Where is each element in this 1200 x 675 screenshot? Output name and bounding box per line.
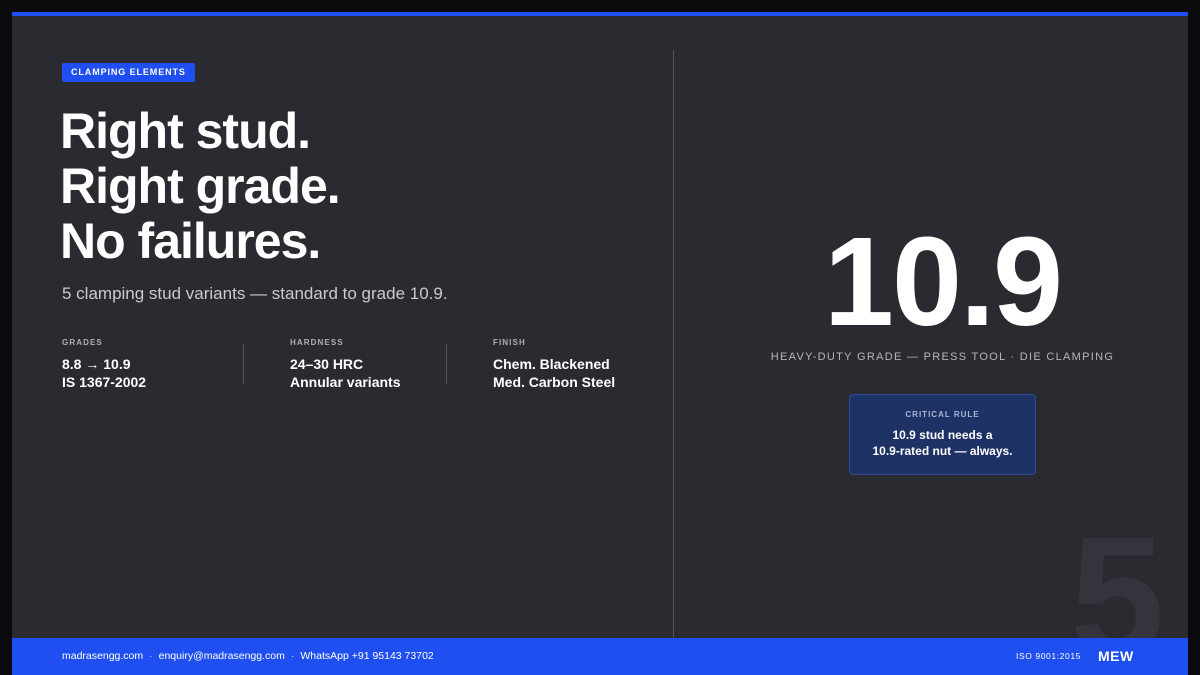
footer-bar: madrasengg.com · enquiry@madrasengg.com … xyxy=(12,638,1188,675)
iso-certification: ISO 9001:2015 xyxy=(1016,651,1081,661)
grade-caption: HEAVY-DUTY GRADE — PRESS TOOL · DIE CLAM… xyxy=(770,351,1115,363)
stat-value-line: 24–30 HRC xyxy=(290,356,364,372)
rule-text-line: 10.9 stud needs a xyxy=(892,428,993,442)
stat-grades: GRADES 8.8 → 10.9 IS 1367-2002 xyxy=(62,338,265,391)
grade-highlight-number: 10.9 xyxy=(823,211,1063,352)
stat-value-line: Annular variants xyxy=(290,374,401,390)
website-link[interactable]: madrasengg.com xyxy=(62,638,143,675)
stat-label: FINISH xyxy=(493,338,526,347)
headline-line-3: No failures. xyxy=(60,213,321,269)
headline-line-1: Right stud. xyxy=(60,103,311,159)
subtitle: 5 clamping stud variants — standard to g… xyxy=(62,284,448,303)
critical-rule-card: CRITICAL RULE 10.9 stud needs a 10.9-rat… xyxy=(849,394,1036,475)
email-link[interactable]: enquiry@madrasengg.com xyxy=(159,638,285,675)
stat-label: HARDNESS xyxy=(290,338,344,347)
stat-label: GRADES xyxy=(62,338,103,347)
top-accent-bar xyxy=(12,12,1188,16)
whatsapp-link[interactable]: WhatsApp +91 95143 73702 xyxy=(300,638,433,675)
rule-text-line: 10.9-rated nut — always. xyxy=(872,444,1013,458)
slide: CLAMPING ELEMENTS Right stud. Right grad… xyxy=(12,12,1188,675)
stat-value: Chem. Blackened Med. Carbon Steel xyxy=(493,355,671,391)
rule-text: 10.9 stud needs a 10.9-rated nut — alway… xyxy=(850,427,1035,459)
stat-value: 24–30 HRC Annular variants xyxy=(290,355,468,391)
stat-hardness: HARDNESS 24–30 HRC Annular variants xyxy=(243,338,468,391)
stats-row: GRADES 8.8 → 10.9 IS 1367-2002 HARDNESS … xyxy=(62,338,671,391)
category-badge: CLAMPING ELEMENTS xyxy=(62,63,195,82)
separator: · xyxy=(149,650,153,662)
stat-value: 8.8 → 10.9 IS 1367-2002 xyxy=(62,355,265,391)
headline-line-2: Right grade. xyxy=(60,158,341,214)
footer-contacts: madrasengg.com · enquiry@madrasengg.com … xyxy=(62,638,434,675)
rule-label: CRITICAL RULE xyxy=(905,410,980,419)
stat-finish: FINISH Chem. Blackened Med. Carbon Steel xyxy=(446,338,671,391)
stat-value-line: Chem. Blackened xyxy=(493,356,610,372)
headline: Right stud. Right grade. No failures. xyxy=(60,103,341,269)
brand-logo: MEW xyxy=(1098,648,1134,664)
separator: · xyxy=(290,650,295,662)
stat-value-line: 8.8 → 10.9 xyxy=(62,356,131,372)
stat-value-line: IS 1367-2002 xyxy=(62,374,147,390)
stat-value-line: Med. Carbon Steel xyxy=(493,374,616,390)
